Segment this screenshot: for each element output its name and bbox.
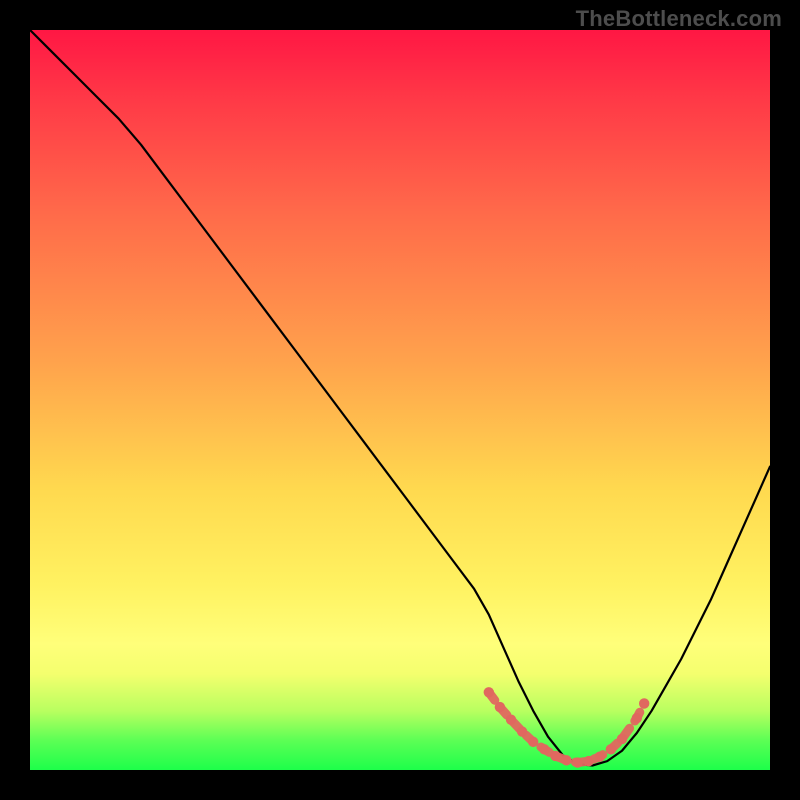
- curve-marker: [561, 755, 571, 765]
- curve-marker: [572, 757, 582, 767]
- curve-marker: [506, 714, 516, 724]
- watermark-label: TheBottleneck.com: [576, 6, 782, 32]
- curve-marker: [539, 744, 549, 754]
- curve-marker: [484, 687, 494, 697]
- curve-marker: [550, 751, 560, 761]
- curve-marker-group: [30, 30, 770, 770]
- curve-marker: [639, 698, 649, 708]
- curve-marker: [617, 734, 627, 744]
- curve-marker: [584, 756, 594, 766]
- curve-marker: [528, 737, 538, 747]
- curve-marker: [517, 726, 527, 736]
- curve-marker: [632, 713, 642, 723]
- marker-dash-path: [489, 692, 644, 762]
- curve-marker: [595, 751, 605, 761]
- chart-container: TheBottleneck.com: [0, 0, 800, 800]
- curve-marker: [495, 702, 505, 712]
- curve-marker: [606, 744, 616, 754]
